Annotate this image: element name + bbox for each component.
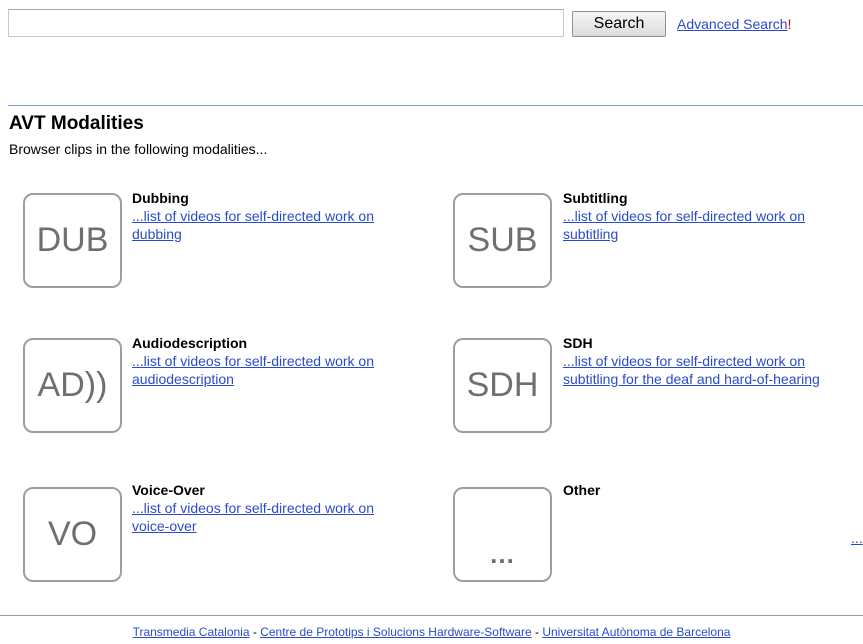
modality-title: Voice-Over [132, 482, 205, 498]
footer-divider [0, 615, 863, 616]
modality-link[interactable]: ...list of videos for self-directed work… [132, 499, 382, 535]
modality-other: Other [563, 482, 823, 499]
footer-link-transmedia[interactable]: Transmedia Catalonia [133, 625, 250, 639]
advanced-search-marker: ! [787, 16, 792, 32]
search-button[interactable]: Search [572, 11, 666, 37]
modality-link[interactable]: ...list of videos for self-directed work… [563, 207, 848, 243]
ad-tile-icon[interactable]: AD)) [23, 338, 122, 433]
advanced-search: Advanced Search! [677, 16, 791, 32]
modality-title: Other [563, 482, 601, 498]
modality-link[interactable]: ...list of videos for self-directed work… [132, 207, 382, 243]
sub-tile-icon[interactable]: SUB [453, 193, 552, 288]
modality-voice-over: Voice-Over ...list of videos for self-di… [132, 482, 392, 535]
modality-link[interactable]: ...list of videos for self-directed work… [563, 352, 848, 388]
search-input[interactable] [8, 9, 564, 37]
modality-audiodescription: Audiodescription ...list of videos for s… [132, 335, 392, 388]
more-link[interactable]: ... [851, 530, 863, 546]
modality-dubbing: Dubbing ...list of videos for self-direc… [132, 190, 392, 243]
section-subtitle: Browser clips in the following modalitie… [9, 141, 268, 157]
modality-title: Dubbing [132, 190, 189, 206]
footer-separator: - [531, 625, 543, 639]
section-title: AVT Modalities [9, 113, 144, 134]
vo-tile-icon[interactable]: VO [23, 487, 122, 582]
modality-link[interactable]: ...list of videos for self-directed work… [132, 352, 382, 388]
footer: Transmedia Catalonia - Centre de Prototi… [0, 625, 863, 639]
modality-title: SDH [563, 335, 593, 351]
section-divider [8, 105, 863, 106]
modality-sdh: SDH ...list of videos for self-directed … [563, 335, 823, 388]
other-tile-icon[interactable]: ... [453, 487, 552, 582]
modality-subtitling: Subtitling ...list of videos for self-di… [563, 190, 823, 243]
footer-link-uab[interactable]: Universitat Autònoma de Barcelona [542, 625, 730, 639]
sdh-tile-icon[interactable]: SDH [453, 338, 552, 433]
footer-link-centre[interactable]: Centre de Prototips i Solucions Hardware… [260, 625, 531, 639]
modality-title: Audiodescription [132, 335, 248, 351]
advanced-search-link[interactable]: Advanced Search [677, 16, 788, 32]
footer-separator: - [249, 625, 261, 639]
modality-title: Subtitling [563, 190, 628, 206]
dub-tile-icon[interactable]: DUB [23, 193, 122, 288]
